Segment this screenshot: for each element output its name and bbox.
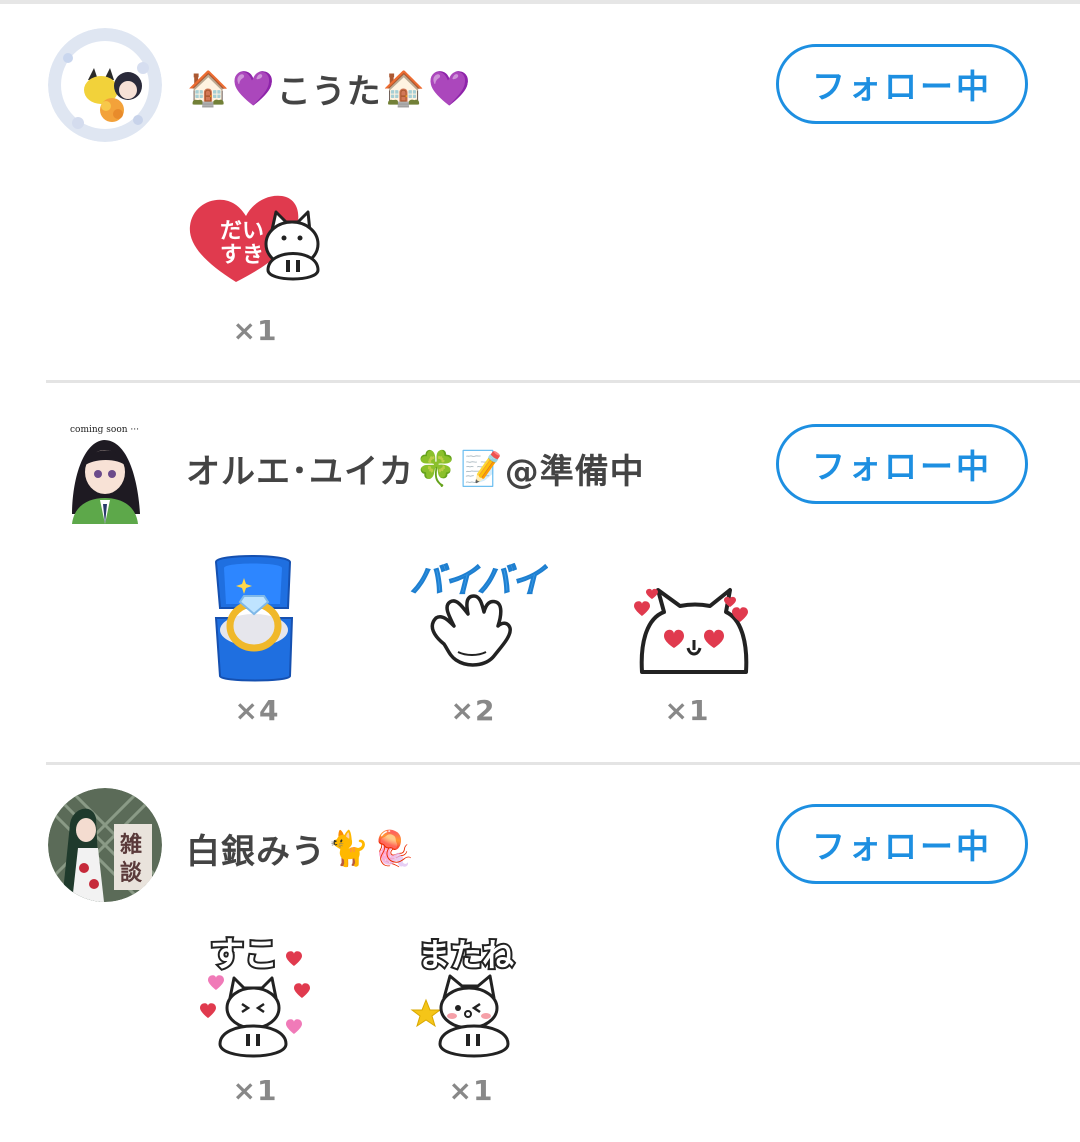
svg-text:だい: だい [220, 219, 264, 244]
avatar[interactable] [48, 28, 162, 142]
sticker-count: ×1 [232, 1074, 278, 1107]
sticker-count: ×4 [234, 694, 280, 727]
top-divider [0, 0, 1080, 4]
jellyfish-emoji: 🪼 [372, 828, 416, 869]
purple-heart-emoji: 💜 [428, 68, 472, 109]
divider [46, 762, 1080, 765]
username[interactable]: 🏠 💜 こうた 🏠 💜 [186, 64, 472, 113]
sticker-count: ×2 [450, 694, 496, 727]
svg-text:すこ: すこ [210, 935, 278, 975]
following-button[interactable]: フォロー中 [776, 44, 1028, 124]
svg-text:雑: 雑 [119, 832, 142, 858]
four-leaf-clover-emoji: 🍀 [415, 448, 459, 489]
username[interactable]: オルエ･ユイカ 🍀 📝 @準備中 [186, 444, 645, 493]
following-button[interactable]: フォロー中 [776, 424, 1028, 504]
sticker-count: ×1 [448, 1074, 494, 1107]
svg-text:バイバイ: バイバイ [410, 561, 548, 601]
username-suffix: @準備中 [504, 452, 645, 492]
sticker-count: ×1 [664, 694, 710, 727]
username-text: オルエ･ユイカ [186, 452, 414, 492]
divider [46, 380, 1080, 383]
house-emoji: 🏠 [382, 68, 427, 109]
memo-emoji: 📝 [460, 448, 504, 489]
sticker-count: ×1 [232, 314, 278, 347]
cat-emoji: 🐈 [327, 828, 371, 869]
svg-text:すき: すき [220, 243, 264, 268]
purple-heart-emoji: 💜 [232, 68, 276, 109]
byebye-hand-sticker: バイバイ [398, 556, 549, 706]
avatar-caption: coming soon ··· [70, 425, 139, 435]
house-emoji: 🏠 [187, 68, 231, 109]
ring-box-sticker [180, 548, 330, 698]
avatar[interactable]: coming soon ··· [48, 410, 162, 524]
username-text: こうた [276, 72, 382, 112]
username[interactable]: 白銀みう 🐈 🪼 [186, 824, 417, 873]
suko-heart-cat-sticker: すこ [190, 926, 340, 1076]
username-text: 白銀みう [186, 832, 326, 872]
svg-text:談: 談 [120, 860, 143, 886]
following-button[interactable]: フォロー中 [776, 804, 1028, 884]
avatar[interactable]: 雑 談 [48, 788, 162, 902]
svg-text:またね: またね [418, 936, 514, 974]
matane-star-cat-sticker: またね [404, 926, 554, 1076]
